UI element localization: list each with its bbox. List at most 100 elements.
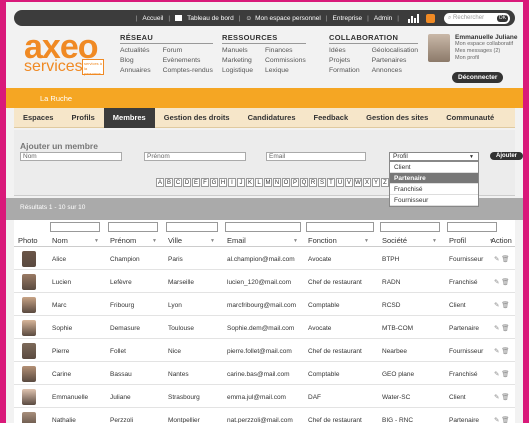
table-row[interactable]: Alice Champion Paris al.champion@mail.com Av… [14, 248, 515, 270]
nav-link-dashboard[interactable]: Tableau de bord [187, 15, 234, 22]
menu-link[interactable]: Manuels [222, 47, 253, 55]
col-nom[interactable]: Nom ▼ [52, 236, 99, 245]
menu-link[interactable]: Blog [120, 57, 151, 65]
filter-societe[interactable] [380, 222, 440, 232]
sort-icon[interactable]: ▼ [210, 238, 215, 244]
letter-filter[interactable]: H [219, 178, 227, 187]
section-label[interactable]: La Ruche [40, 94, 72, 103]
letter-filter[interactable]: R [309, 178, 317, 187]
edit-icon[interactable]: ✎ [494, 348, 499, 355]
letter-filter[interactable]: W [354, 178, 362, 187]
edit-icon[interactable]: ✎ [494, 325, 499, 332]
trash-icon[interactable]: 🗑 [501, 371, 509, 378]
filter-email[interactable] [225, 222, 301, 232]
letter-filter[interactable]: N [273, 178, 281, 187]
edit-icon[interactable]: ✎ [494, 256, 499, 263]
table-row[interactable]: Emmanuelle Juliane Strasbourg emma.jul@mail… [14, 386, 515, 408]
letter-filter[interactable]: M [264, 178, 272, 187]
letter-filter[interactable]: C [174, 178, 182, 187]
letter-filter[interactable]: T [327, 178, 335, 187]
option-client[interactable]: Client [390, 162, 478, 173]
menu-link[interactable]: Géolocalisation [372, 47, 418, 55]
letter-filter[interactable]: O [282, 178, 290, 187]
sort-icon[interactable]: ▼ [293, 238, 298, 244]
table-row[interactable]: Sophie Demasure Toulouse Sophie.dem@mail.co… [14, 317, 515, 339]
option-franchise[interactable]: Franchisé [390, 184, 478, 195]
table-row[interactable]: Marc Fribourg Lyon marcfribourg@mail.com Com… [14, 294, 515, 316]
sort-icon[interactable]: ▼ [152, 238, 157, 244]
letter-filter[interactable]: D [183, 178, 191, 187]
trash-icon[interactable]: 🗑 [501, 302, 509, 309]
option-fournisseur[interactable]: Fournisseur [390, 195, 478, 206]
col-ville[interactable]: Ville ▼ [168, 236, 215, 245]
tab-candidatures[interactable]: Candidatures [239, 108, 305, 128]
letter-filter[interactable]: Z [381, 178, 389, 187]
stats-icon[interactable] [408, 13, 419, 23]
letter-filter[interactable]: P [291, 178, 299, 187]
menu-link[interactable]: Partenaires [372, 57, 418, 65]
table-row[interactable]: Carine Bassau Nantes carine.bas@mail.com Com… [14, 363, 515, 385]
logout-button[interactable]: Déconnecter [452, 72, 504, 83]
tab-profils[interactable]: Profils [62, 108, 103, 128]
table-row[interactable]: Lucien Lefèvre Marseille lucien_120@mail.co… [14, 271, 515, 293]
letter-filter[interactable]: E [192, 178, 200, 187]
filter-prenom[interactable] [108, 222, 158, 232]
trash-icon[interactable]: 🗑 [501, 256, 509, 263]
tab-feedback[interactable]: Feedback [305, 108, 358, 128]
table-row[interactable]: Pierre Follet Nice pierre.follet@mail.com Ch… [14, 340, 515, 362]
letter-filter[interactable]: G [210, 178, 218, 187]
letter-filter[interactable]: A [156, 178, 164, 187]
tab-gestion-droits[interactable]: Gestion des droits [155, 108, 239, 128]
menu-link[interactable]: Annonces [372, 67, 418, 75]
letter-filter[interactable]: B [165, 178, 173, 187]
trash-icon[interactable]: 🗑 [501, 348, 509, 355]
letter-filter[interactable]: V [345, 178, 353, 187]
filter-nom[interactable] [50, 222, 100, 232]
sort-icon[interactable]: ▼ [432, 238, 437, 244]
menu-link[interactable]: Forum [163, 47, 213, 55]
avatar[interactable] [428, 34, 450, 62]
menu-link[interactable]: Commissions [265, 57, 306, 65]
filter-profil[interactable] [447, 222, 497, 232]
tab-membres[interactable]: Membres [103, 107, 155, 128]
letter-filter[interactable]: X [363, 178, 371, 187]
rss-icon[interactable] [426, 13, 435, 23]
option-partenaire[interactable]: Partenaire [390, 173, 478, 184]
tab-gestion-sites[interactable]: Gestion des sites [357, 108, 437, 128]
axeo-logo[interactable]: axeo services services à la personne [24, 30, 116, 82]
menu-link[interactable]: Actualités [120, 47, 151, 55]
trash-icon[interactable]: 🗑 [501, 279, 509, 286]
tab-espaces[interactable]: Espaces [14, 108, 62, 128]
letter-filter[interactable]: F [201, 178, 209, 187]
menu-link[interactable]: Annuaires [120, 67, 151, 75]
menu-link[interactable]: Comptes-rendus [163, 67, 213, 75]
nav-link-company[interactable]: Entreprise [333, 15, 363, 22]
menu-link[interactable]: Marketing [222, 57, 253, 65]
add-member-button[interactable]: Ajouter [490, 152, 523, 160]
letter-filter[interactable]: I [228, 178, 236, 187]
col-email[interactable]: Email ▼ [227, 236, 298, 245]
letter-filter[interactable]: K [246, 178, 254, 187]
table-row[interactable]: Nathalie Perzzoli Montpellier nat.perzzoli@… [14, 409, 515, 423]
col-profil[interactable]: Profil ▼ [449, 236, 494, 245]
tab-communaute[interactable]: Communauté [437, 108, 503, 128]
menu-link[interactable]: Idées [329, 47, 360, 55]
sort-icon[interactable]: ▼ [364, 238, 369, 244]
letter-filter[interactable]: Y [372, 178, 380, 187]
nav-link-admin[interactable]: Admin [374, 15, 392, 22]
edit-icon[interactable]: ✎ [494, 394, 499, 401]
user-link-messages[interactable]: Mes messages (2) [455, 48, 521, 55]
edit-icon[interactable]: ✎ [494, 417, 499, 423]
letter-filter[interactable]: L [255, 178, 263, 187]
filter-ville[interactable] [166, 222, 218, 232]
search-box[interactable]: ⌕ Rechercher OK [444, 12, 510, 24]
email-field[interactable]: Email [266, 152, 366, 161]
letter-filter[interactable]: U [336, 178, 344, 187]
filter-fonction[interactable] [306, 222, 374, 232]
menu-link[interactable]: Logistique [222, 67, 253, 75]
menu-link[interactable]: Evènements [163, 57, 213, 65]
menu-link[interactable]: Formation [329, 67, 360, 75]
letter-filter[interactable]: S [318, 178, 326, 187]
menu-link[interactable]: Finances [265, 47, 306, 55]
prenom-field[interactable]: Prénom [144, 152, 246, 161]
